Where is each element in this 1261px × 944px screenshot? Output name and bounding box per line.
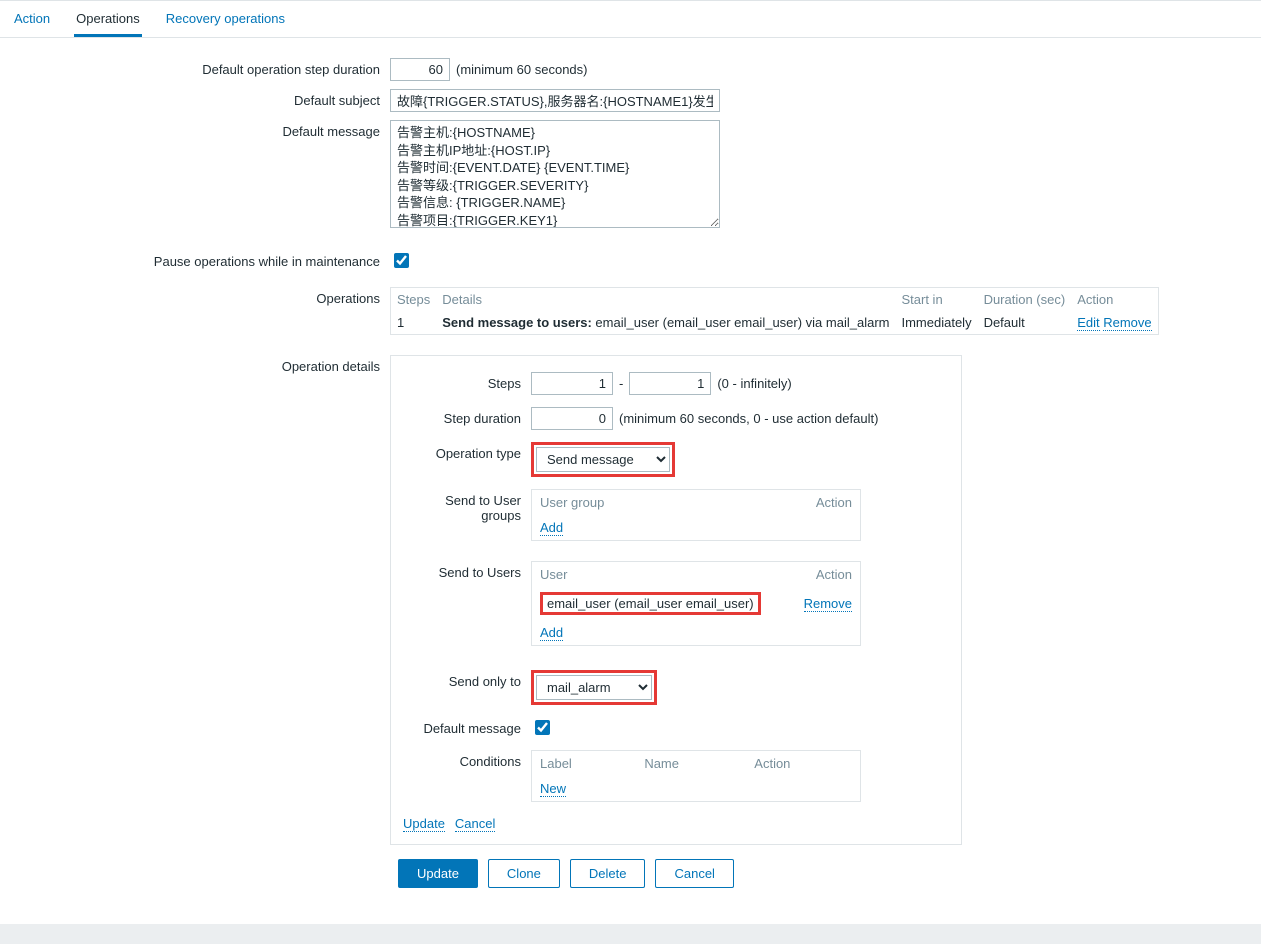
groups-th-group: User group: [532, 490, 731, 516]
ops-cell-startin: Immediately: [895, 311, 977, 335]
ops-th-details: Details: [436, 288, 895, 312]
operation-details-box: Steps - (0 - infinitely) Step duration (…: [390, 355, 962, 845]
users-table: User Action email_user (email_user email…: [531, 561, 861, 646]
cond-th-name: Name: [636, 751, 746, 777]
label-default-message: Default message: [0, 120, 390, 139]
user-groups-table: User group Action Add: [531, 489, 861, 541]
operations-table: Steps Details Start in Duration (sec) Ac…: [390, 287, 1159, 335]
cond-th-action: Action: [746, 751, 860, 777]
groups-th-action: Action: [731, 490, 861, 516]
hint-step-duration2: (minimum 60 seconds, 0 - use action defa…: [619, 411, 878, 426]
details-label-op-type: Operation type: [403, 442, 531, 461]
details-update-link[interactable]: Update: [403, 816, 445, 832]
ops-th-duration: Duration (sec): [978, 288, 1072, 312]
textarea-default-message[interactable]: 告警主机:{HOSTNAME} 告警主机IP地址:{HOST.IP} 告警时间:…: [390, 120, 720, 228]
update-button[interactable]: Update: [398, 859, 478, 888]
label-operations: Operations: [0, 287, 390, 306]
input-step-from[interactable]: [531, 372, 613, 395]
checkbox-default-message[interactable]: [535, 720, 550, 735]
cond-th-label: Label: [532, 751, 637, 777]
clone-button[interactable]: Clone: [488, 859, 560, 888]
input-default-step-duration[interactable]: [390, 58, 450, 81]
step-sep: -: [619, 376, 623, 391]
checkbox-pause-maintenance[interactable]: [394, 253, 409, 268]
user-remove-link[interactable]: Remove: [804, 596, 852, 612]
label-pause-maintenance: Pause operations while in maintenance: [0, 250, 390, 269]
button-row: Update Clone Delete Cancel: [0, 849, 1261, 888]
tab-action[interactable]: Action: [12, 1, 52, 37]
highlight-send-only: mail_alarm: [531, 670, 657, 705]
details-label-step-duration: Step duration: [403, 407, 531, 426]
cond-new-link[interactable]: New: [540, 781, 566, 797]
ops-row: 1 Send message to users: email_user (ema…: [391, 311, 1159, 335]
groups-add-link[interactable]: Add: [540, 520, 563, 536]
tab-recovery[interactable]: Recovery operations: [164, 1, 287, 37]
details-cancel-link[interactable]: Cancel: [455, 816, 495, 832]
hint-step-duration: (minimum 60 seconds): [456, 62, 588, 77]
details-label-send-groups: Send to User groups: [403, 489, 531, 523]
delete-button[interactable]: Delete: [570, 859, 646, 888]
label-default-subject: Default subject: [0, 89, 390, 108]
form-area: Default operation step duration (minimum…: [0, 38, 1261, 912]
highlight-user: email_user (email_user email_user): [540, 592, 761, 615]
users-th-user: User: [532, 562, 790, 588]
details-label-send-users: Send to Users: [403, 561, 531, 580]
tab-operations[interactable]: Operations: [74, 1, 142, 37]
ops-edit-link[interactable]: Edit: [1077, 315, 1099, 331]
footer-strip: [0, 924, 1261, 944]
highlight-op-type: Send message: [531, 442, 675, 477]
details-label-steps: Steps: [403, 372, 531, 391]
ops-cell-duration: Default: [978, 311, 1072, 335]
conditions-table: Label Name Action New: [531, 750, 861, 802]
ops-remove-link[interactable]: Remove: [1103, 315, 1151, 331]
input-default-subject[interactable]: [390, 89, 720, 112]
details-label-conditions: Conditions: [403, 750, 531, 769]
hint-steps: (0 - infinitely): [717, 376, 791, 391]
select-send-only-to[interactable]: mail_alarm: [536, 675, 652, 700]
ops-cell-step: 1: [391, 311, 437, 335]
input-step-to[interactable]: [629, 372, 711, 395]
input-step-duration[interactable]: [531, 407, 613, 430]
select-operation-type[interactable]: Send message: [536, 447, 670, 472]
tab-bar: Action Operations Recovery operations: [0, 0, 1261, 38]
label-operation-details: Operation details: [0, 355, 390, 374]
ops-th-action: Action: [1071, 288, 1158, 312]
details-label-default-msg: Default message: [403, 717, 531, 736]
cancel-button[interactable]: Cancel: [655, 859, 733, 888]
label-default-step-duration: Default operation step duration: [0, 58, 390, 77]
ops-th-startin: Start in: [895, 288, 977, 312]
user-cell: email_user (email_user email_user): [547, 596, 754, 611]
ops-th-steps: Steps: [391, 288, 437, 312]
users-add-link[interactable]: Add: [540, 625, 563, 641]
users-th-action: Action: [790, 562, 861, 588]
ops-cell-actions: Edit Remove: [1071, 311, 1158, 335]
ops-cell-details: Send message to users: email_user (email…: [436, 311, 895, 335]
details-label-send-only: Send only to: [403, 670, 531, 689]
